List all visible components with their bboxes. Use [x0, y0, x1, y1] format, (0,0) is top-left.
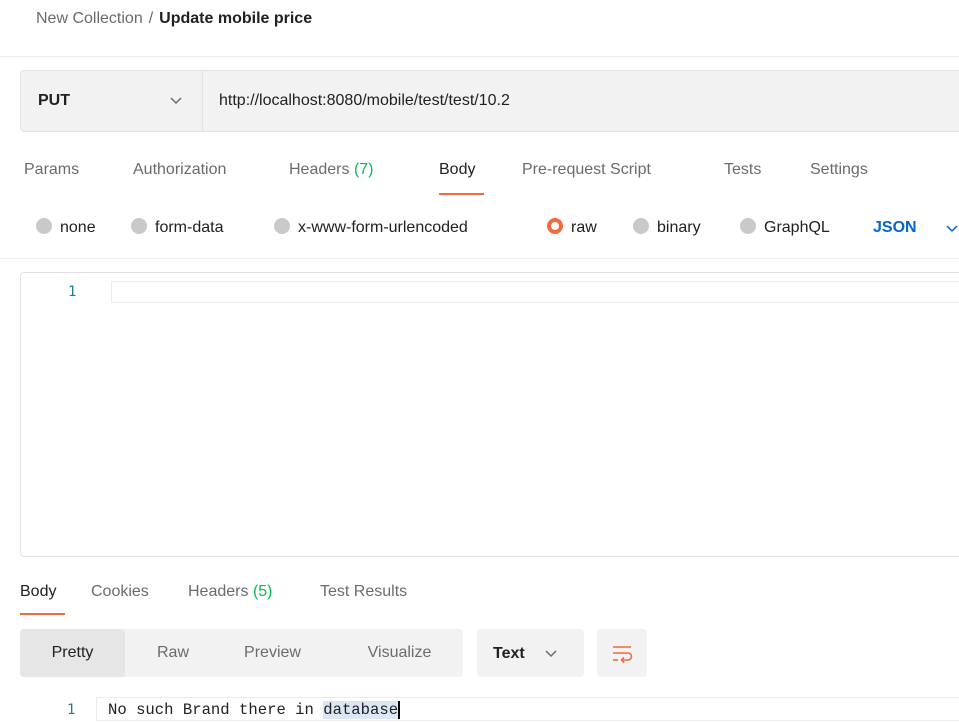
- headers-count: (7): [353, 161, 374, 178]
- tab-body[interactable]: Body: [439, 158, 475, 182]
- url-input[interactable]: http://localhost:8080/mobile/test/test/1…: [219, 91, 510, 111]
- tab-authorization[interactable]: Authorization: [133, 158, 226, 182]
- radio-none-label: none: [60, 219, 96, 236]
- radio-icon: [36, 218, 52, 234]
- radio-binary[interactable]: binary: [633, 216, 701, 240]
- tab-headers[interactable]: Headers (7): [289, 158, 374, 182]
- view-mode-visualize[interactable]: Visualize: [342, 629, 457, 677]
- response-format-select[interactable]: Text: [477, 629, 584, 677]
- request-title[interactable]: Update mobile price: [159, 10, 312, 27]
- response-text-plain: No such Brand there in: [108, 701, 324, 719]
- breadcrumb-separator: /: [148, 10, 154, 27]
- response-tab-body[interactable]: Body: [20, 580, 56, 604]
- chevron-down-icon: [544, 643, 558, 668]
- radio-graphql[interactable]: GraphQL: [740, 216, 830, 240]
- radio-icon: [131, 218, 147, 234]
- response-tab-headers[interactable]: Headers (5): [188, 580, 273, 604]
- chevron-down-icon: [169, 90, 185, 110]
- radio-selected-icon: [547, 218, 563, 234]
- tab-settings[interactable]: Settings: [810, 158, 868, 182]
- radio-raw[interactable]: raw: [547, 216, 597, 240]
- response-headers-count: (5): [252, 583, 273, 600]
- radio-icon: [633, 218, 649, 234]
- request-body-editor[interactable]: 1: [20, 272, 959, 557]
- radio-none[interactable]: none: [36, 216, 96, 240]
- tab-pre-request-script[interactable]: Pre-request Script: [522, 158, 651, 182]
- view-mode-pretty[interactable]: Pretty: [20, 629, 125, 677]
- breadcrumb: New Collection / Update mobile price: [36, 9, 312, 29]
- view-mode-toggle: Pretty Raw Preview Visualize: [20, 629, 463, 677]
- response-body-text[interactable]: No such Brand there in database: [108, 700, 401, 720]
- radio-x-www-form-urlencoded[interactable]: x-www-form-urlencoded: [274, 216, 468, 240]
- radio-raw-label: raw: [571, 219, 597, 236]
- line-number: 1: [68, 284, 77, 300]
- tab-headers-label: Headers: [289, 161, 350, 178]
- radio-urlencoded-label: x-www-form-urlencoded: [298, 219, 468, 236]
- response-format-label: Text: [493, 645, 525, 662]
- view-mode-raw[interactable]: Raw: [138, 629, 208, 677]
- view-mode-preview[interactable]: Preview: [225, 629, 320, 677]
- url-bar: PUT http://localhost:8080/mobile/test/te…: [20, 70, 959, 132]
- active-editor-line[interactable]: [111, 281, 959, 303]
- active-tab-indicator: [439, 193, 484, 195]
- response-tab-test-results[interactable]: Test Results: [320, 580, 407, 604]
- header-divider: [0, 56, 959, 57]
- response-active-tab-indicator: [20, 613, 65, 615]
- body-options-divider: [0, 258, 959, 259]
- radio-form-data[interactable]: form-data: [131, 216, 223, 240]
- response-line-number: 1: [67, 702, 76, 718]
- radio-icon: [740, 218, 756, 234]
- radio-icon: [274, 218, 290, 234]
- tab-tests[interactable]: Tests: [724, 158, 761, 182]
- response-tab-headers-label: Headers: [188, 583, 249, 600]
- chevron-down-icon[interactable]: [945, 218, 959, 243]
- wrap-lines-icon: [613, 646, 633, 664]
- method-select[interactable]: PUT: [21, 71, 203, 131]
- radio-binary-label: binary: [657, 219, 701, 236]
- radio-graphql-label: GraphQL: [764, 219, 830, 236]
- response-tab-cookies[interactable]: Cookies: [91, 580, 149, 604]
- radio-form-data-label: form-data: [155, 219, 224, 236]
- breadcrumb-collection[interactable]: New Collection: [36, 10, 143, 27]
- response-text-selection: database: [323, 701, 401, 719]
- wrap-lines-button[interactable]: [597, 629, 647, 677]
- method-label: PUT: [38, 92, 70, 109]
- raw-format-select[interactable]: JSON: [873, 216, 917, 240]
- tab-params[interactable]: Params: [24, 158, 79, 182]
